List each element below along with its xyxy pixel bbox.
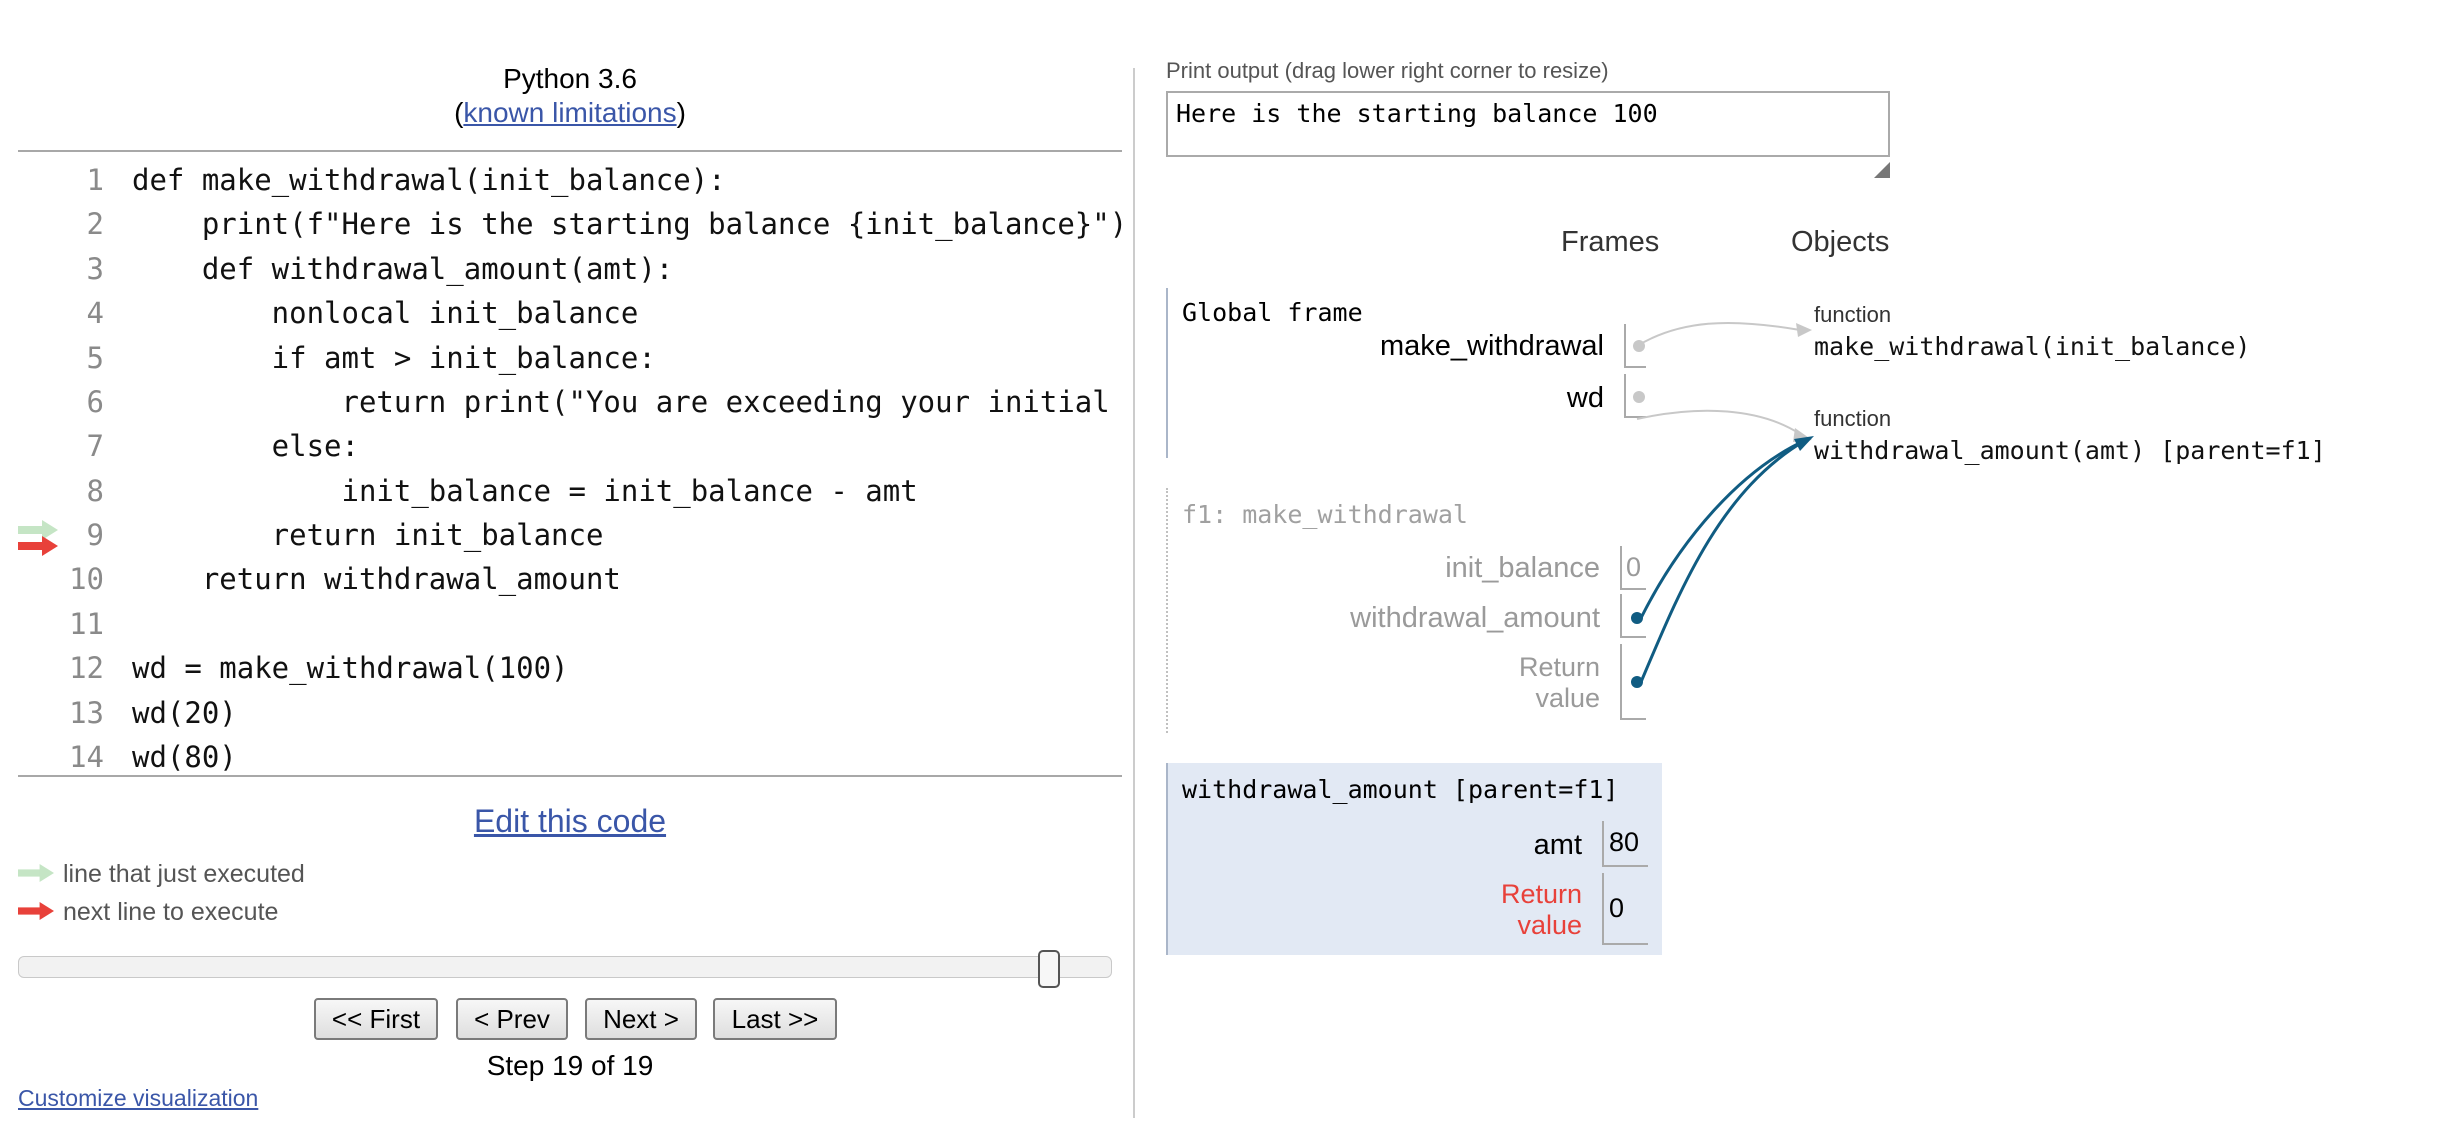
line-source: if amt > init_balance: <box>132 341 656 375</box>
line-source: def make_withdrawal(init_balance): <box>132 163 726 197</box>
line-number: 13 <box>69 696 104 730</box>
frame-title: f1: make_withdrawal <box>1182 500 1468 529</box>
language-label: Python 3.6 <box>503 63 637 94</box>
known-limitations-link[interactable]: known limitations <box>463 97 676 128</box>
prev-button[interactable]: < Prev <box>456 998 568 1040</box>
frame-title: withdrawal_amount [parent=f1] <box>1182 775 1619 804</box>
edit-code-link[interactable]: Edit this code <box>474 803 666 839</box>
language-header: Python 3.6 (known limitations) <box>18 62 1122 130</box>
line-source: init_balance = init_balance - amt <box>132 474 918 508</box>
var-name-amt: amt <box>1533 829 1582 861</box>
line-source: return withdrawal_amount <box>132 562 621 596</box>
var-value: 80 <box>1609 827 1640 857</box>
line-source: else: <box>132 429 359 463</box>
code-top-divider <box>18 150 1122 152</box>
legend-next-label: next line to execute <box>63 898 279 926</box>
code-line: 3 def withdrawal_amount(amt): <box>18 247 1122 291</box>
code-listing: 1 def make_withdrawal(init_balance): 2 pr… <box>18 156 1122 774</box>
green-arrow-icon <box>18 864 54 882</box>
line-number: 3 <box>86 252 104 286</box>
code-bottom-divider <box>18 775 1122 777</box>
code-line: 7 else: <box>18 424 1122 468</box>
code-line: 5 if amt > init_balance: <box>18 336 1122 380</box>
pointer-dot <box>1633 391 1645 403</box>
line-number: 10 <box>69 562 104 596</box>
line-number: 1 <box>86 163 104 197</box>
code-line: 14 wd(80) <box>18 735 1122 774</box>
line-source: nonlocal init_balance <box>132 296 639 330</box>
red-arrow-icon <box>18 902 54 920</box>
legend-executed-label: line that just executed <box>63 860 305 888</box>
pointer-dot <box>1631 676 1643 688</box>
pointer-dot <box>1633 340 1645 352</box>
object-type-label: function <box>1814 302 1892 327</box>
frames-header: Frames <box>1561 226 1660 258</box>
var-name-return-value: Return value <box>1518 652 1600 713</box>
first-button[interactable]: << First <box>314 998 438 1040</box>
code-line: 6 return print("You are exceeding your i… <box>18 380 1122 424</box>
var-name-return-value: Return value <box>1500 879 1582 940</box>
code-line: 1 def make_withdrawal(init_balance): <box>18 158 1122 202</box>
var-name-wd: wd <box>1566 382 1604 414</box>
code-line: 2 print(f"Here is the starting balance {… <box>18 202 1122 246</box>
line-number: 2 <box>86 207 104 241</box>
edit-code-container: Edit this code <box>18 803 1122 840</box>
line-source: print(f"Here is the starting balance {in… <box>132 207 1122 241</box>
var-name-init-balance: init_balance <box>1445 552 1600 584</box>
line-number: 7 <box>86 429 104 463</box>
var-value: 0 <box>1626 552 1642 582</box>
line-number: 9 <box>86 518 104 552</box>
line-source: wd(80) <box>132 740 237 774</box>
object-function-withdrawal-amount: withdrawal_amount(amt) [parent=f1] <box>1814 436 2326 465</box>
code-line: 4 nonlocal init_balance <box>18 291 1122 335</box>
resize-grip-icon[interactable] <box>1874 162 1890 178</box>
code-line: 12 wd = make_withdrawal(100) <box>18 646 1122 690</box>
line-source: def withdrawal_amount(amt): <box>132 252 674 286</box>
limitations-line: (known limitations) <box>18 96 1122 130</box>
line-number: 5 <box>86 341 104 375</box>
object-type-label: function <box>1814 406 1892 431</box>
line-source: wd = make_withdrawal(100) <box>132 651 569 685</box>
print-output-box[interactable]: Here is the starting balance 100 <box>1166 91 1890 157</box>
line-number: 14 <box>69 740 104 774</box>
line-number: 11 <box>69 607 104 641</box>
close-paren: ) <box>676 97 686 128</box>
var-name-withdrawal-amount: withdrawal_amount <box>1350 602 1600 634</box>
line-source: wd(20) <box>132 696 237 730</box>
customize-visualization-link[interactable]: Customize visualization <box>18 1085 258 1112</box>
code-line-current: 9 return init_balance <box>18 513 1122 557</box>
panel-divider <box>1133 68 1135 1118</box>
line-source: return print("You are exceeding your ini… <box>132 385 1110 419</box>
step-slider-track[interactable] <box>18 956 1112 978</box>
objects-header: Objects <box>1791 226 1890 258</box>
code-line: 13 wd(20) <box>18 691 1122 735</box>
step-slider-handle[interactable] <box>1038 950 1060 988</box>
code-panel: Python 3.6 (known limitations) 1 def make… <box>0 0 1125 1126</box>
object-function-make-withdrawal: make_withdrawal(init_balance) <box>1814 332 2251 361</box>
next-button[interactable]: Next > <box>585 998 697 1040</box>
line-number: 4 <box>86 296 104 330</box>
line-number: 6 <box>86 385 104 419</box>
last-button[interactable]: Last >> <box>713 998 837 1040</box>
var-value: 0 <box>1609 893 1625 923</box>
var-name-make-withdrawal: make_withdrawal <box>1379 330 1604 362</box>
code-line: 10 return withdrawal_amount <box>18 557 1122 601</box>
global-frame: Global frame make_withdrawal wd <box>1166 288 1658 458</box>
line-number: 12 <box>69 651 104 685</box>
frame-title: Global frame <box>1182 298 1363 327</box>
open-paren: ( <box>454 97 464 128</box>
step-counter: Step 19 of 19 <box>486 1050 654 1081</box>
line-number: 8 <box>86 474 104 508</box>
f1-frame: f1: make_withdrawal init_balance 0 withd… <box>1166 488 1658 733</box>
active-frame: withdrawal_amount [parent=f1] amt 80 Ret… <box>1166 763 1662 955</box>
pointer-dot <box>1631 612 1643 624</box>
line-source: return init_balance <box>132 518 604 552</box>
code-line: 11 <box>18 602 1122 646</box>
code-line: 8 init_balance = init_balance - amt <box>18 469 1122 513</box>
print-output-label: Print output (drag lower right corner to… <box>1166 58 1609 83</box>
